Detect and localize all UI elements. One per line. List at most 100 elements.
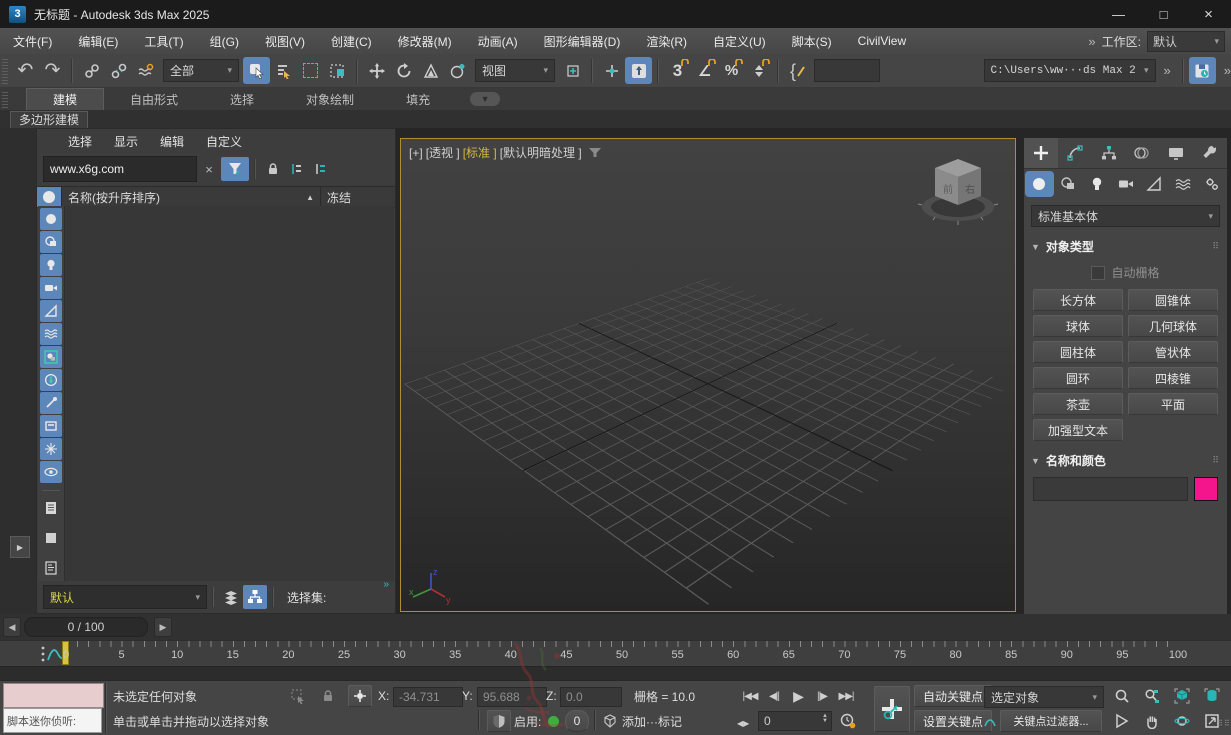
cube-outline-icon[interactable] [598,710,622,732]
absolute-mode-transform-icon[interactable] [348,685,372,707]
object-type-button[interactable]: 平面 [1128,393,1218,415]
cameras-category[interactable] [1111,171,1140,197]
lights-category[interactable] [1082,171,1111,197]
object-type-rollout-header[interactable]: ▼ 对象类型 ⠿ [1031,237,1220,256]
isolate-selection-icon[interactable] [286,685,310,707]
menu-item[interactable]: 视图(V) [252,28,318,54]
shapes-category[interactable] [1054,171,1083,197]
selection-set-dropdown[interactable]: 选定对象 ▾ [984,686,1104,708]
viewport-filter-icon[interactable] [588,147,601,158]
viewport-pov-menu[interactable]: [透视 ] [426,144,460,161]
display-shapes-icon[interactable] [40,231,62,253]
snaps-3d-toggle[interactable]: 3 [664,57,691,84]
ribbon-tab[interactable]: 填充 [380,88,456,110]
track-bar[interactable] [0,666,1231,681]
list-view-icon[interactable] [40,497,62,519]
maximize-button[interactable]: □ [1141,0,1186,28]
explorer-menu-item[interactable]: 显示 [103,133,149,150]
frozen-column-header[interactable]: 冻结 [321,187,395,207]
menu-item[interactable]: 图形编辑器(D) [531,28,634,54]
display-particles-icon[interactable] [40,438,62,460]
explorer-menu-item[interactable]: 自定义 [195,133,253,150]
shield-icon[interactable] [487,710,511,732]
zoom-region-icon[interactable] [1110,710,1134,732]
minimize-button[interactable]: — [1096,0,1141,28]
utilities-tab[interactable] [1193,138,1227,168]
helpers-category[interactable] [1140,171,1169,197]
explorer-menu-item[interactable]: 选择 [57,133,103,150]
select-and-manipulate-button[interactable] [598,57,625,84]
object-type-button[interactable]: 圆环 [1033,367,1123,389]
explorer-object-list[interactable] [38,206,394,581]
next-frame-arrow[interactable]: ▶ [154,617,172,637]
display-tab[interactable] [1159,138,1193,168]
display-visibility-icon[interactable] [40,461,62,483]
clear-search-icon[interactable]: × [197,157,221,181]
explorer-preset-dropdown[interactable]: 默认 ▾ [43,585,207,609]
display-cameras-icon[interactable] [40,277,62,299]
keyboard-shortcut-override-toggle[interactable] [625,57,652,84]
menu-item[interactable]: 组(G) [197,28,252,54]
menu-item[interactable]: 修改器(M) [385,28,465,54]
menu-item[interactable]: 创建(C) [318,28,385,54]
expand-tree-icon[interactable] [285,157,309,181]
use-pivot-point-center-button[interactable] [559,57,586,84]
set-keys-button[interactable] [874,686,910,732]
blank-swatch-icon[interactable] [40,527,62,549]
modify-tab[interactable] [1058,138,1092,168]
z-coordinate-field[interactable]: 0.0 [560,687,622,707]
menu-item[interactable]: 文件(F) [0,28,65,54]
timeline-ruler[interactable]: 0 5 10 15 20 25 30 35 40 45 50 55 60 65 70 75 80 85 90 95 10… [0,640,1231,667]
space-warps-category[interactable] [1169,171,1198,197]
set-key-button[interactable]: 设置关键点 [914,710,992,732]
zoom-extents-all-icon[interactable] [1200,685,1224,707]
layers-view-icon[interactable] [219,585,243,609]
ribbon-tab[interactable]: 建模 [26,88,105,110]
toolbar-overflow-chevron[interactable]: » [1164,63,1171,78]
menu-item[interactable]: 脚本(S) [779,28,845,54]
workspace-dropdown[interactable]: 默认 ▾ [1147,30,1225,52]
select-object-button[interactable] [243,57,270,84]
lock-icon[interactable] [261,157,285,181]
select-and-rotate-button[interactable] [390,57,417,84]
rectangular-selection-region-button[interactable] [297,57,324,84]
next-frame-button[interactable]: ||▶ [810,691,834,702]
percent-snap-toggle[interactable]: % [718,57,745,84]
play-button[interactable]: ▶ [786,688,810,705]
select-link-button[interactable] [78,57,105,84]
systems-category[interactable] [1197,171,1226,197]
previous-frame-button[interactable]: ◀|| [762,691,786,702]
explorer-search-input[interactable] [44,157,196,181]
auto-key-button[interactable]: 自动关键点 [914,685,992,707]
object-type-button[interactable]: 圆柱体 [1033,341,1123,363]
window-crossing-toggle[interactable] [324,57,351,84]
object-type-button[interactable]: 球体 [1033,315,1123,337]
orbit-icon[interactable] [1170,710,1194,732]
ribbon-minimize-button[interactable]: ▼ [470,92,501,106]
timeline-ruler-labels[interactable]: 0 5 10 15 20 25 30 35 40 45 50 55 60 65 70 75 80 85 90 95 10… [62,641,1187,667]
display-lights-icon[interactable] [40,254,62,276]
maxscript-mini-listener[interactable]: 脚本迷你侦听: [3,708,102,733]
key-filters-button[interactable]: 关键点过滤器... [1000,710,1102,732]
object-type-button[interactable]: 管状体 [1128,341,1218,363]
x-coordinate-field[interactable]: -34.731 [393,687,463,707]
add-marker-label[interactable]: 添加···标记 [622,710,682,732]
bind-to-space-warp-button[interactable] [132,57,159,84]
object-type-button[interactable]: 几何球体 [1128,315,1218,337]
time-configuration-icon[interactable] [836,710,860,732]
sort-type-column-icon[interactable] [37,187,62,207]
ribbon-drag-handle[interactable] [2,92,8,108]
menu-item[interactable]: 自定义(U) [700,28,779,54]
object-name-field[interactable] [1033,477,1191,502]
object-type-button[interactable]: 加强型文本 [1033,419,1123,441]
object-type-button[interactable]: 长方体 [1033,289,1123,311]
collapse-tree-icon[interactable] [309,157,333,181]
zoom-icon[interactable] [1110,685,1134,707]
resize-grip[interactable]: ⠿⠿ [1217,720,1230,734]
close-button[interactable]: × [1186,0,1231,28]
go-to-end-button[interactable]: ▶▶| [834,691,858,702]
object-color-swatch[interactable] [1194,477,1218,501]
menu-item[interactable]: 工具(T) [131,28,196,54]
ribbon-tab[interactable]: 对象绘制 [280,88,380,110]
zoom-all-icon[interactable] [1140,685,1164,707]
